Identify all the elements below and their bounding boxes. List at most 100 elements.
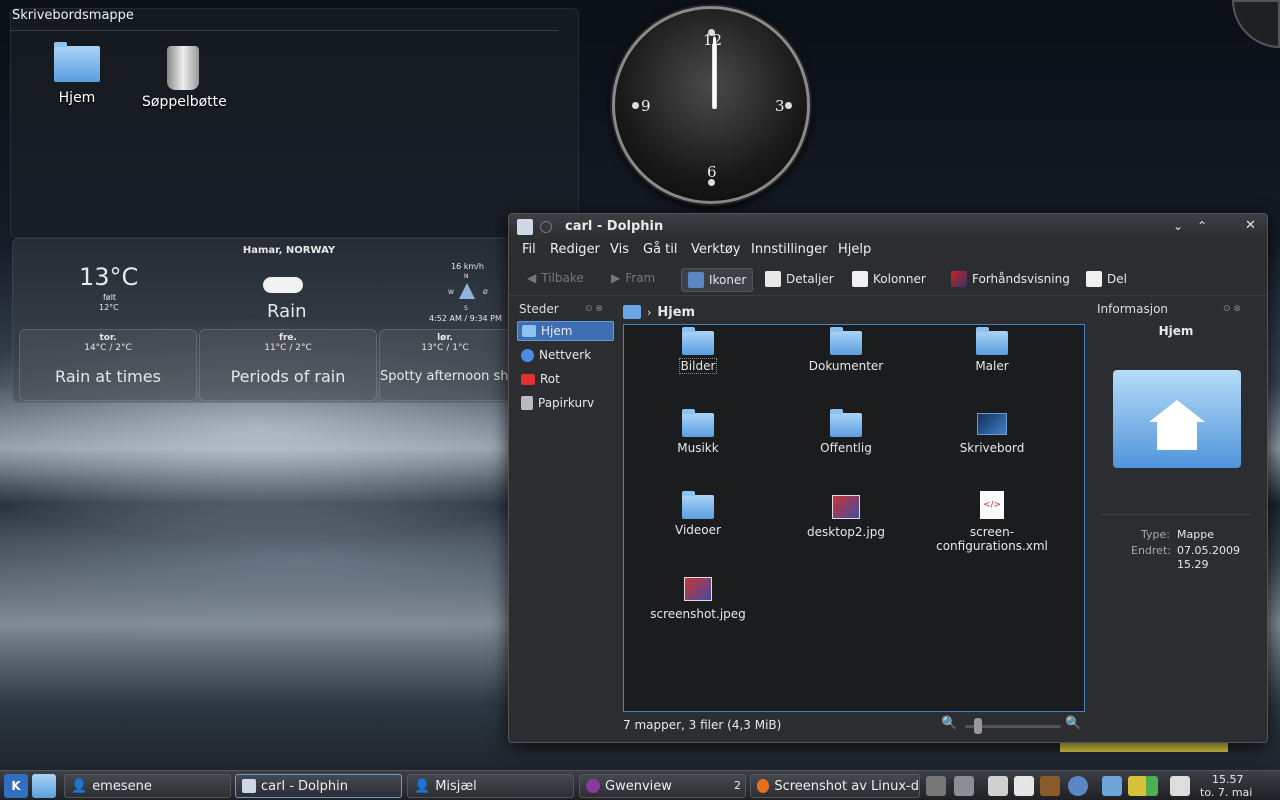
menu-gaa-til[interactable]: Gå til	[643, 242, 678, 257]
clock-dot	[708, 179, 715, 186]
menu-vis[interactable]: Vis	[610, 242, 629, 257]
trash-icon	[521, 396, 533, 410]
place-item-hjem[interactable]: Hjem	[517, 321, 614, 341]
clock-time[interactable]: 15.57	[1212, 773, 1244, 786]
task-gwenview[interactable]: Gwenview	[579, 774, 746, 798]
forward-label: Fram	[625, 271, 656, 285]
power-icon[interactable]	[1128, 776, 1148, 796]
desktop-icon-home[interactable]: Hjem	[37, 42, 117, 106]
panel-buttons-icon[interactable]: ⊙ ⊗	[585, 304, 603, 314]
task-dolphin[interactable]: carl - Dolphin	[235, 774, 402, 798]
folder-star-icon[interactable]	[32, 774, 56, 798]
file-item[interactable]: Dokumenter	[776, 327, 916, 373]
info-title: Informasjon	[1097, 302, 1169, 316]
forecast-day: tor.	[99, 333, 117, 343]
titlebar[interactable]: carl - Dolphin ⌄ ⌃ ✕	[509, 214, 1267, 240]
folder-icon	[682, 327, 714, 355]
clipboard-icon[interactable]	[1014, 776, 1034, 796]
place-item-rot[interactable]: Rot	[517, 369, 614, 389]
file-item[interactable]: Offentlig	[776, 409, 916, 455]
battery-icon[interactable]	[1146, 776, 1158, 796]
info-modified-value: 07.05.2009	[1177, 544, 1240, 557]
columns-view-button[interactable]: Kolonner	[852, 271, 926, 287]
forecast-summary: Spotty afternoon showers	[380, 369, 510, 384]
weather-feels-label: følt	[103, 293, 117, 302]
back-button[interactable]: ◀ Tilbake	[527, 271, 584, 285]
menu-hjelp[interactable]: Hjelp	[838, 242, 871, 257]
window-menu-icon[interactable]	[540, 221, 552, 233]
menu-verktoy[interactable]: Verktøy	[691, 242, 741, 257]
forecast-day: fre.	[279, 333, 297, 343]
zoom-in-icon[interactable]: 🔍	[1065, 716, 1081, 731]
file-item[interactable]: Skrivebord	[922, 413, 1062, 455]
split-button[interactable]: Del	[1086, 271, 1127, 287]
desktop-icon-label: Søppelbøtte	[142, 94, 227, 110]
volume-icon[interactable]	[988, 776, 1008, 796]
compass-s: S	[464, 305, 468, 312]
forecast-summary: Rain at times	[55, 367, 161, 386]
folder-icon	[682, 491, 714, 519]
menu-innstillinger[interactable]: Innstillinger	[751, 242, 827, 257]
task-emesene[interactable]: 👤 emesene	[64, 774, 231, 798]
file-name: Offentlig	[820, 441, 872, 455]
plasma-toolbox-icon[interactable]	[1232, 0, 1280, 48]
zoom-slider-handle[interactable]	[974, 718, 982, 734]
home-folder-preview-icon	[1113, 370, 1241, 468]
place-label: Hjem	[541, 324, 573, 338]
clock-date[interactable]: to. 7. mai	[1200, 786, 1252, 799]
network-tray-icon[interactable]	[954, 776, 974, 796]
messenger-icon[interactable]	[1068, 776, 1088, 796]
taskbar: K 👤 emesene carl - Dolphin 👤 Misjæl Gwenvi…	[0, 770, 1280, 800]
file-item[interactable]: </> screen-configurations.xml	[922, 491, 1062, 553]
menu-rediger[interactable]: Rediger	[550, 242, 600, 257]
update-icon[interactable]	[1170, 776, 1190, 796]
menubar: Fil Rediger Vis Gå til Verktøy Innstilli…	[509, 240, 1267, 262]
home-icon[interactable]	[623, 305, 641, 319]
task-label: Screenshot av Linux-d	[774, 778, 919, 794]
breadcrumb-item[interactable]: Hjem	[657, 305, 695, 320]
preview-button[interactable]: Forhåndsvisning	[951, 271, 1070, 287]
file-item[interactable]: desktop2.jpg	[776, 495, 916, 539]
zoom-out-icon[interactable]: 🔍	[941, 716, 957, 731]
icons-view-button[interactable]: Ikoner	[681, 268, 754, 292]
file-item[interactable]: Videoer	[628, 491, 768, 537]
compass-w: W	[448, 289, 454, 296]
file-name: screenshot.jpeg	[650, 607, 746, 621]
file-view[interactable]: Bilder Dokumenter Maler Musikk Offentlig…	[623, 324, 1085, 712]
file-item[interactable]: Musikk	[628, 409, 768, 455]
window-title: carl - Dolphin	[565, 219, 664, 234]
dolphin-app-icon[interactable]	[517, 219, 533, 235]
weather-wind: 16 km/h	[451, 262, 484, 271]
desktop-icon-trash[interactable]: Søppelbøtte	[142, 46, 227, 110]
place-item-nettverk[interactable]: Nettverk	[517, 345, 614, 365]
file-item[interactable]: Maler	[922, 327, 1062, 373]
forecast-temps: 14°C / 2°C	[84, 343, 132, 353]
places-panel: Steder ⊙ ⊗ Hjem Nettverk Rot Papirkurv	[515, 300, 615, 710]
back-arrow-icon: ◀	[527, 271, 537, 285]
close-icon[interactable]: ✕	[1245, 218, 1256, 233]
forecast-temps: 11°C / 2°C	[264, 343, 312, 353]
menu-fil[interactable]: Fil	[522, 242, 536, 257]
pager-icon[interactable]	[926, 776, 946, 796]
forward-button[interactable]: ▶ Fram	[611, 271, 655, 285]
details-view-button[interactable]: Detaljer	[765, 271, 834, 287]
device-notifier-icon[interactable]	[1102, 776, 1122, 796]
info-type-label: Type:	[1141, 528, 1170, 541]
file-item[interactable]: Bilder	[628, 327, 768, 374]
file-name: Dokumenter	[808, 359, 884, 373]
minimize-icon[interactable]: ⌄	[1173, 219, 1183, 233]
task-misjael[interactable]: 👤 Misjæl	[407, 774, 574, 798]
file-item[interactable]: screenshot.jpeg	[628, 577, 768, 621]
kde-menu-icon[interactable]: K	[4, 774, 28, 798]
panel-buttons-icon[interactable]: ⊙ ⊗	[1223, 304, 1241, 314]
maximize-icon[interactable]: ⌃	[1197, 219, 1207, 233]
clock-dot	[632, 102, 639, 109]
file-name: Musikk	[677, 441, 719, 455]
columns-view-label: Kolonner	[873, 272, 926, 286]
folder-icon	[830, 327, 862, 355]
task-firefox[interactable]: Screenshot av Linux-d	[750, 774, 920, 798]
place-item-papirkurv[interactable]: Papirkurv	[517, 393, 614, 413]
home-icon	[522, 325, 536, 337]
folder-icon	[830, 409, 862, 437]
wallet-icon[interactable]	[1040, 776, 1060, 796]
